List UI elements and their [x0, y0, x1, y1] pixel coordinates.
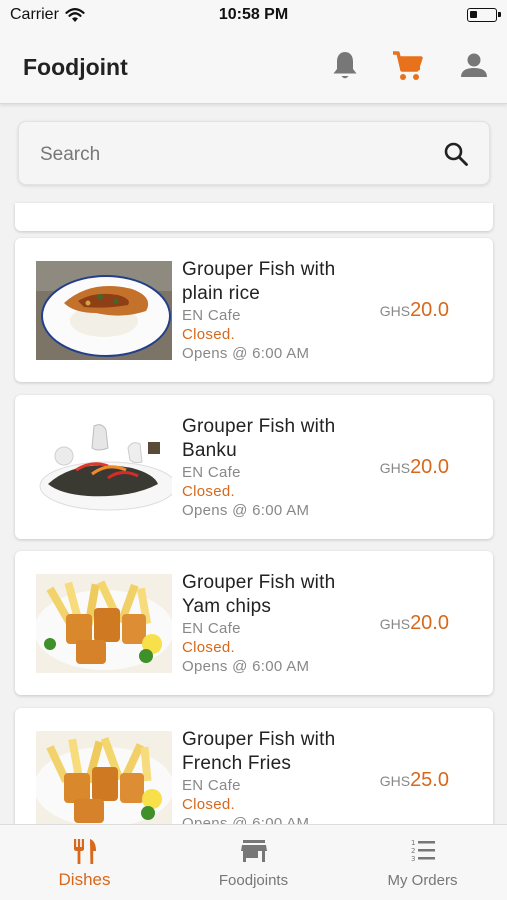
fork-knife-icon — [73, 839, 96, 864]
price-currency: GHS — [379, 773, 411, 789]
battery-icon — [467, 8, 501, 22]
dish-cafe: EN Cafe — [182, 777, 241, 794]
tab-dishes[interactable]: Dishes — [0, 825, 169, 900]
dish-card[interactable]: Grouper Fish with Yam chips EN Cafe Clos… — [15, 551, 493, 695]
search-input[interactable]: Search — [18, 121, 490, 185]
app-bar: Foodjoint — [0, 30, 507, 104]
price-amount: 20.0 — [410, 612, 449, 634]
tab-my-orders[interactable]: 1 2 3 My Orders — [338, 825, 507, 900]
tab-label: Dishes — [58, 870, 111, 889]
bell-icon[interactable] — [329, 49, 361, 83]
dish-opening-time: Opens @ 6:00 AM — [182, 815, 310, 824]
dish-name: Grouper Fish with plain rice — [182, 259, 336, 304]
dish-opening-time: Opens @ 6:00 AM — [182, 345, 310, 362]
bottom-tab-bar: Dishes Foodjoints 1 2 3 My Orders — [0, 824, 507, 900]
dish-image — [36, 731, 172, 824]
svg-text:2: 2 — [411, 847, 415, 855]
dish-cafe: EN Cafe — [182, 307, 241, 324]
profile-icon[interactable] — [458, 49, 490, 83]
tab-label: Foodjoints — [218, 872, 289, 889]
dish-card[interactable]: Grouper Fish with French Fries EN Cafe C… — [15, 708, 493, 824]
price-currency: GHS — [379, 460, 411, 476]
svg-text:1: 1 — [411, 839, 415, 847]
dish-image — [36, 418, 172, 517]
dish-price: GHS 25.0 — [380, 769, 449, 792]
dish-status: Closed. — [182, 639, 235, 656]
dish-cafe: EN Cafe — [182, 464, 241, 481]
price-amount: 20.0 — [410, 299, 449, 321]
dish-opening-time: Opens @ 6:00 AM — [182, 658, 310, 675]
dish-card-partial[interactable] — [15, 203, 493, 231]
search-icon[interactable] — [443, 141, 469, 167]
dish-card[interactable]: Grouper Fish with Banku EN Cafe Closed. … — [15, 395, 493, 539]
dish-status: Closed. — [182, 483, 235, 500]
status-bar: Carrier 10:58 PM — [0, 0, 507, 30]
tab-foodjoints[interactable]: Foodjoints — [169, 825, 338, 900]
dish-price: GHS 20.0 — [380, 299, 449, 322]
store-icon — [240, 840, 267, 862]
cart-icon[interactable] — [391, 49, 423, 83]
price-amount: 20.0 — [410, 456, 449, 478]
dish-image — [36, 574, 172, 673]
dish-image — [36, 261, 172, 360]
app-title: Foodjoint — [23, 54, 128, 80]
dish-cafe: EN Cafe — [182, 620, 241, 637]
dish-price: GHS 20.0 — [380, 612, 449, 635]
dish-price: GHS 20.0 — [380, 456, 449, 479]
price-amount: 25.0 — [410, 769, 449, 791]
dish-name: Grouper Fish with Yam chips — [182, 572, 336, 617]
dish-status: Closed. — [182, 796, 235, 813]
search-placeholder: Search — [40, 144, 101, 165]
dish-status: Closed. — [182, 326, 235, 343]
price-currency: GHS — [379, 616, 411, 632]
dish-name: Grouper Fish with Banku — [182, 416, 336, 461]
svg-text:3: 3 — [411, 855, 415, 863]
dish-opening-time: Opens @ 6:00 AM — [182, 502, 310, 519]
price-currency: GHS — [379, 303, 411, 319]
clock: 10:58 PM — [218, 6, 289, 23]
dish-card[interactable]: Grouper Fish with plain rice EN Cafe Clo… — [15, 238, 493, 382]
list-icon: 1 2 3 — [411, 839, 435, 863]
tab-label: My Orders — [387, 872, 458, 889]
content-area[interactable]: Search Grouper Fish with plain rice EN C… — [0, 105, 507, 824]
dish-name: Grouper Fish with French Fries — [182, 729, 336, 774]
